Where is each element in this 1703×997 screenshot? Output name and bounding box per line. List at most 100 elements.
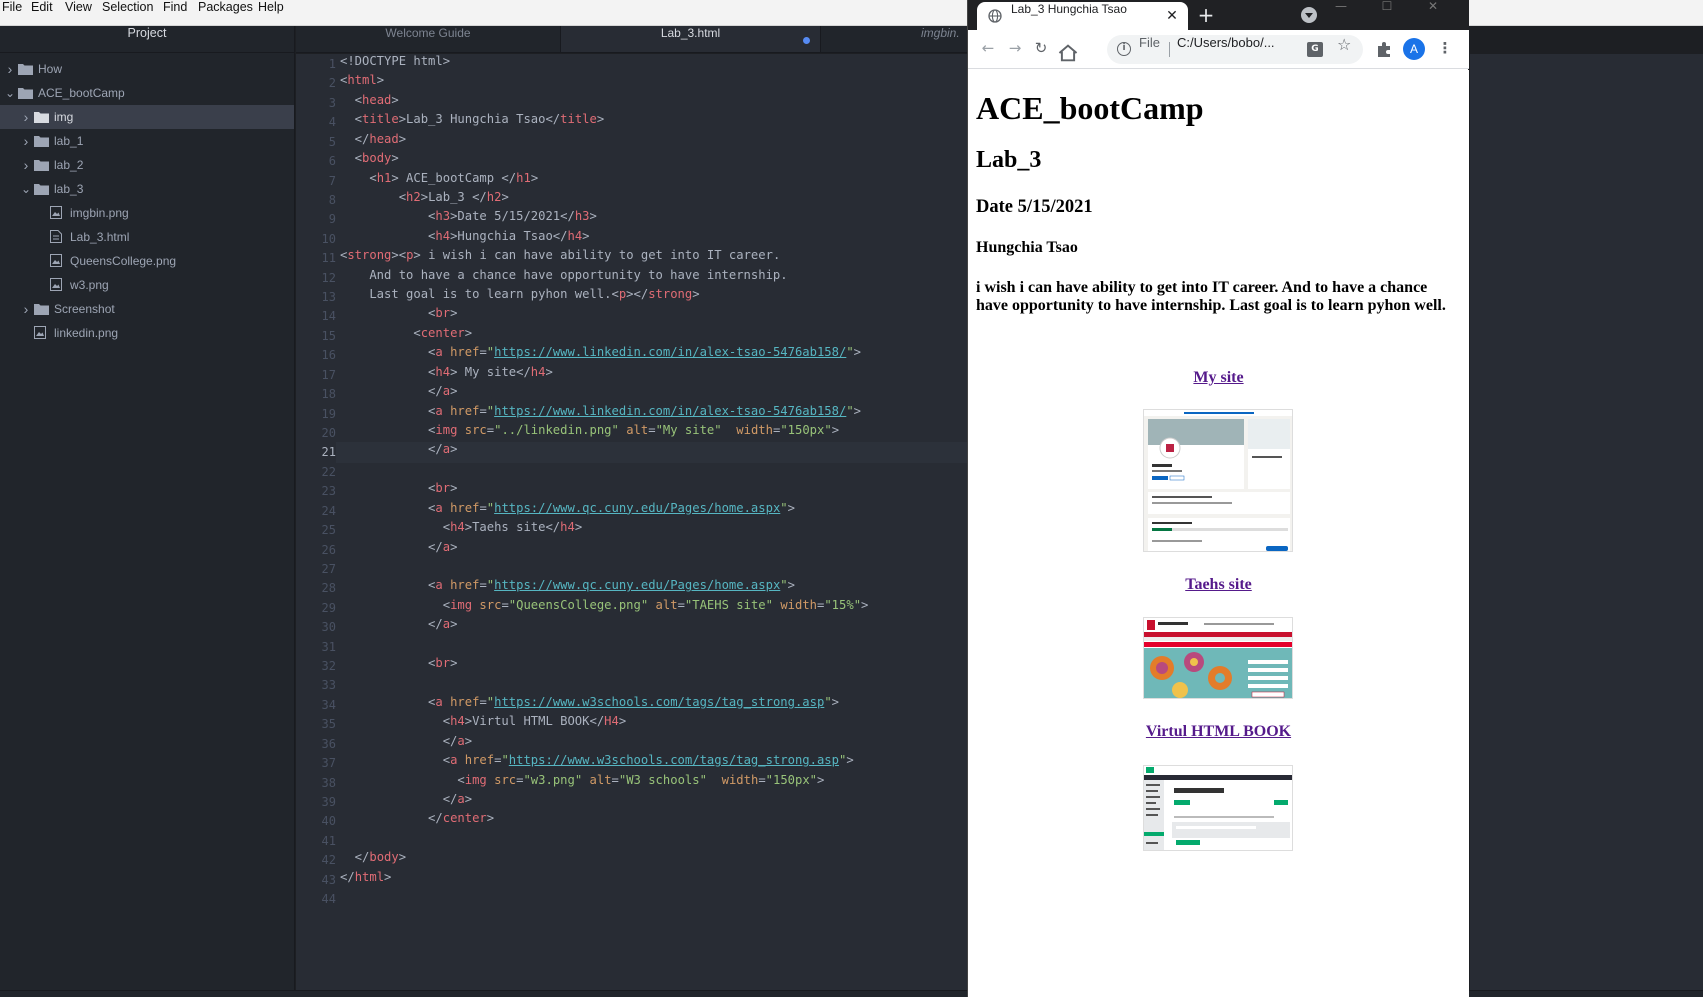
code-line: <a href="https://www.qc.cuny.edu/Pages/h… <box>340 500 795 515</box>
line-number: 44 <box>321 892 336 907</box>
code-line: <h1> ACE_bootCamp </h1> <box>340 170 539 185</box>
tree-title: Project <box>0 26 294 53</box>
linkedin-screenshot-image[interactable] <box>1143 409 1293 552</box>
forward-arrow-icon[interactable]: → <box>1004 39 1026 61</box>
browser-tab[interactable]: Lab_3 Hungchia Tsao ✕ <box>977 2 1188 30</box>
address-bar[interactable]: i File C:/Users/bobo/... G ☆ <box>1107 35 1363 64</box>
line-number: 10 <box>321 231 336 246</box>
code-line: <a href="https://www.w3schools.com/tags/… <box>340 694 839 709</box>
link-virtul-html-book[interactable]: Virtul HTML BOOK <box>968 723 1469 741</box>
code-line: <center> <box>340 325 473 340</box>
close-window-button[interactable]: ✕ <box>1410 0 1456 14</box>
code-line: <h4> My site</h4> <box>340 364 553 379</box>
link-taehs-site[interactable]: Taehs site <box>968 576 1469 594</box>
chevron-right-icon[interactable]: › <box>20 297 32 321</box>
editor-right-pane <box>1470 54 1703 990</box>
modified-indicator-icon <box>803 37 810 44</box>
line-number: 15 <box>321 328 336 343</box>
tree-item-label: lab_3 <box>54 182 84 196</box>
kebab-menu-icon[interactable]: ⋮ <box>1435 39 1455 59</box>
new-tab-button[interactable]: + <box>1194 4 1218 28</box>
translate-icon[interactable]: G <box>1307 42 1323 57</box>
tree-item-linkedin-png[interactable]: linkedin.png <box>0 321 294 345</box>
line-number: 17 <box>321 367 336 382</box>
code-line: <br> <box>340 481 458 496</box>
menu-selection[interactable]: Selection <box>102 0 153 26</box>
tree-item-imgbin-png[interactable]: imgbin.png <box>0 201 294 225</box>
line-number: 41 <box>321 833 336 848</box>
tree-item-lab-3-html[interactable]: Lab_3.html <box>0 225 294 249</box>
tab-search-icon[interactable] <box>1301 7 1317 23</box>
line-number: 14 <box>321 309 336 324</box>
menu-file[interactable]: File <box>2 0 22 26</box>
code-line: <a href="https://www.linkedin.com/in/ale… <box>340 403 862 418</box>
tree-item-label: How <box>38 62 63 76</box>
browser-tab-title: Lab_3 Hungchia Tsao <box>1011 2 1127 16</box>
browser-window: Lab_3 Hungchia Tsao ✕ + — ☐ ✕ ← → ↻ i Fi… <box>967 0 1469 997</box>
chevron-right-icon[interactable]: › <box>20 105 32 129</box>
close-tab-icon[interactable]: ✕ <box>1163 7 1181 25</box>
chevron-right-icon[interactable]: › <box>20 153 32 177</box>
tree-item-lab-3[interactable]: ⌄ lab_3 <box>0 177 294 201</box>
tree-item-img[interactable]: › img <box>0 105 294 129</box>
tree-item-queenscollege-png[interactable]: QueensCollege.png <box>0 249 294 273</box>
queens-college-screenshot-image[interactable] <box>1143 617 1293 699</box>
tree-item-how[interactable]: › How <box>0 57 294 81</box>
file-icon <box>50 230 62 243</box>
reload-icon[interactable]: ↻ <box>1030 39 1052 61</box>
image-file-icon <box>50 206 62 219</box>
w3schools-screenshot-image[interactable] <box>1143 765 1293 851</box>
tab-label: Lab_3.html <box>660 26 721 40</box>
tree-item-label: Screenshot <box>54 302 115 316</box>
page-heading-4: Hungchia Tsao <box>976 239 1078 256</box>
code-line: <!DOCTYPE html> <box>340 54 451 68</box>
tree-item-label: lab_2 <box>54 158 84 172</box>
code-line: <html> <box>340 73 385 88</box>
line-number: 4 <box>328 115 336 130</box>
bookmark-star-icon[interactable]: ☆ <box>1337 35 1351 54</box>
url-text[interactable]: C:/Users/bobo/... <box>1177 35 1275 50</box>
page-heading-3: Date 5/15/2021 <box>976 197 1093 217</box>
code-editor[interactable]: 1 2 3 4 5 6 7 8 9 10 11 12 13 14 15 16 17 18 19 20 21 22 23 24 2… <box>296 54 969 990</box>
site-info-icon[interactable]: i <box>1117 42 1131 56</box>
chevron-right-icon[interactable]: › <box>20 129 32 153</box>
tab-welcome-guide[interactable]: Welcome Guide <box>296 26 561 52</box>
globe-icon <box>988 9 1002 23</box>
tree-item-label: img <box>54 110 74 124</box>
maximize-button[interactable]: ☐ <box>1364 0 1410 14</box>
code-line: <body> <box>340 151 399 166</box>
tree-item-lab-1[interactable]: › lab_1 <box>0 129 294 153</box>
line-number: 34 <box>321 697 336 712</box>
tab-imgbin[interactable]: imgbin. <box>821 26 969 52</box>
folder-icon <box>34 160 49 171</box>
line-number: 12 <box>321 270 336 285</box>
tree-item-ace-bootcamp[interactable]: ⌄ ACE_bootCamp <box>0 81 294 105</box>
home-icon[interactable] <box>1057 42 1079 64</box>
tree-item-label: linkedin.png <box>54 326 119 340</box>
back-arrow-icon[interactable]: ← <box>977 39 999 61</box>
minimize-button[interactable]: — <box>1318 0 1364 14</box>
menu-find[interactable]: Find <box>163 0 187 26</box>
line-number: 33 <box>321 678 336 693</box>
line-number: 35 <box>321 717 336 732</box>
line-number: 42 <box>321 853 336 868</box>
image-file-icon <box>50 254 62 267</box>
chevron-right-icon[interactable]: › <box>4 57 16 81</box>
code-line: <a href="https://www.qc.cuny.edu/Pages/h… <box>340 578 795 593</box>
tab-label: Welcome Guide <box>385 26 471 40</box>
chevron-down-icon[interactable]: ⌄ <box>4 81 16 105</box>
menu-packages[interactable]: Packages <box>198 0 253 26</box>
chevron-down-icon[interactable]: ⌄ <box>20 177 32 201</box>
menu-view[interactable]: View <box>65 0 92 26</box>
code-line: And to have a chance have opportunity to… <box>340 267 788 282</box>
tree-item-w3-png[interactable]: w3.png <box>0 273 294 297</box>
profile-avatar[interactable]: A <box>1403 38 1425 60</box>
tab-lab3-html[interactable]: Lab_3.html <box>561 26 821 52</box>
tree-item-lab-2[interactable]: › lab_2 <box>0 153 294 177</box>
menu-help[interactable]: Help <box>258 0 284 26</box>
line-number: 7 <box>328 173 336 188</box>
link-my-site[interactable]: My site <box>968 369 1469 387</box>
extensions-puzzle-icon[interactable] <box>1374 39 1394 59</box>
menu-edit[interactable]: Edit <box>31 0 53 26</box>
tree-item-screenshot[interactable]: › Screenshot <box>0 297 294 321</box>
